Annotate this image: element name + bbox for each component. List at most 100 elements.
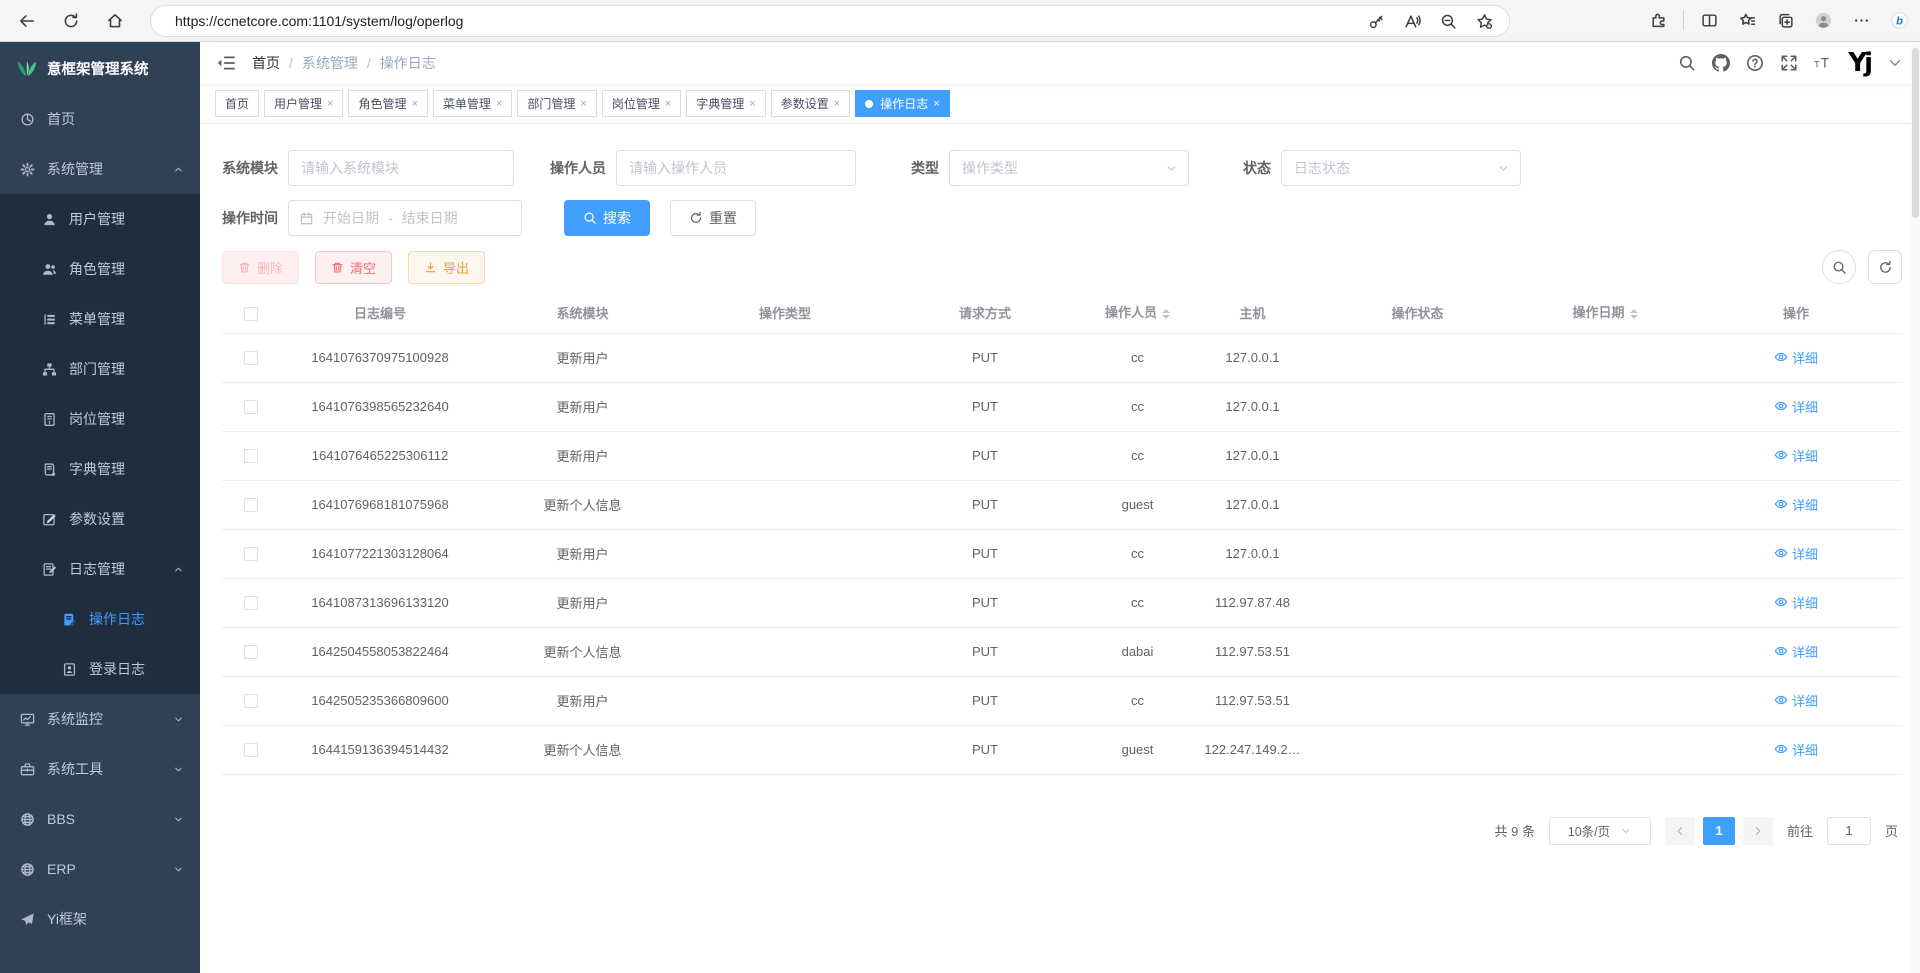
sidebar-item-bbs[interactable]: BBS (0, 794, 200, 844)
sidebar-item-yiframe[interactable]: Yi框架 (0, 894, 200, 944)
row-checkbox[interactable] (244, 694, 258, 708)
row-checkbox[interactable] (244, 351, 258, 365)
tab-close-icon[interactable]: × (665, 98, 671, 110)
tab-部门管理[interactable]: 部门管理× (517, 90, 596, 117)
detail-link[interactable]: 详细 (1774, 397, 1818, 416)
sidebar-item-home[interactable]: 首页 (0, 94, 200, 144)
address-bar[interactable]: https://ccnetcore.com:1101/system/log/op… (150, 5, 1510, 37)
home-icon[interactable] (98, 4, 132, 38)
help-icon[interactable] (1746, 54, 1764, 72)
tab-字典管理[interactable]: 字典管理× (686, 90, 765, 117)
read-aloud-icon[interactable] (1397, 6, 1427, 36)
select-all-checkbox[interactable] (244, 307, 258, 321)
split-screen-icon[interactable] (1694, 5, 1724, 35)
back-icon[interactable] (10, 4, 44, 38)
search-button[interactable]: 搜索 (564, 200, 650, 236)
zoom-out-icon[interactable] (1433, 6, 1463, 36)
row-checkbox[interactable] (244, 645, 258, 659)
date-range-picker[interactable]: 开始日期 - 结束日期 (288, 200, 522, 236)
sidebar-item-system[interactable]: 系统管理 (0, 144, 200, 194)
row-checkbox[interactable] (244, 743, 258, 757)
favorite-add-icon[interactable] (1469, 6, 1499, 36)
sidebar-item-dict[interactable]: 字典管理 (0, 444, 200, 494)
status-select[interactable]: 日志状态 (1281, 150, 1521, 186)
fullscreen-icon[interactable] (1780, 54, 1798, 72)
tab-首页[interactable]: 首页 (215, 90, 259, 117)
tab-岗位管理[interactable]: 岗位管理× (602, 90, 681, 117)
tab-操作日志[interactable]: 操作日志× (855, 90, 949, 117)
refresh-icon[interactable] (54, 4, 88, 38)
tab-close-icon[interactable]: × (749, 98, 755, 110)
detail-link[interactable]: 详细 (1774, 495, 1818, 514)
module-input[interactable] (288, 150, 514, 186)
sidebar-item-menu[interactable]: 菜单管理 (0, 294, 200, 344)
operator-input[interactable] (616, 150, 856, 186)
app-logo[interactable]: 意框架管理系统 (0, 42, 200, 94)
sidebar-item-operlog[interactable]: 操作日志 (0, 594, 200, 644)
page-number-button[interactable]: 1 (1703, 817, 1735, 845)
row-checkbox[interactable] (244, 596, 258, 610)
sidebar-item-user[interactable]: 用户管理 (0, 194, 200, 244)
sidebar-item-post[interactable]: 岗位管理 (0, 394, 200, 444)
extensions-icon[interactable] (1643, 5, 1673, 35)
sidebar-item-loginlog[interactable]: 登录日志 (0, 644, 200, 694)
sidebar-collapse-icon[interactable] (216, 53, 236, 73)
reset-button[interactable]: 重置 (670, 200, 756, 236)
favorites-icon[interactable] (1732, 5, 1762, 35)
export-button[interactable]: 导出 (408, 251, 485, 284)
github-icon[interactable] (1712, 54, 1730, 72)
sidebar-item-tools[interactable]: 系统工具 (0, 744, 200, 794)
detail-link[interactable]: 详细 (1774, 544, 1818, 563)
chevron-down-icon[interactable] (1886, 54, 1904, 72)
page-size-select[interactable]: 10条/页 (1549, 817, 1651, 845)
column-header-操作人员[interactable]: 操作人员 (1085, 293, 1190, 333)
column-header-操作日期[interactable]: 操作日期 (1520, 293, 1690, 333)
scrollbar-thumb[interactable] (1912, 48, 1919, 218)
breadcrumb-item[interactable]: 首页 (252, 53, 280, 73)
yi-logo[interactable]: Yj (1848, 50, 1870, 76)
sort-icon[interactable] (1630, 305, 1638, 323)
detail-link[interactable]: 详细 (1774, 740, 1818, 759)
prev-page-button[interactable] (1665, 817, 1695, 845)
more-icon[interactable] (1846, 5, 1876, 35)
detail-link[interactable]: 详细 (1774, 642, 1818, 661)
tab-close-icon[interactable]: × (327, 98, 333, 110)
detail-link[interactable]: 详细 (1774, 348, 1818, 367)
sidebar-item-erp[interactable]: ERP (0, 844, 200, 894)
detail-link[interactable]: 详细 (1774, 691, 1818, 710)
profile-avatar[interactable] (1808, 5, 1838, 35)
detail-link[interactable]: 详细 (1774, 593, 1818, 612)
tab-close-icon[interactable]: × (411, 98, 417, 110)
sidebar-item-role[interactable]: 角色管理 (0, 244, 200, 294)
next-page-button[interactable] (1743, 817, 1773, 845)
collections-icon[interactable] (1770, 5, 1800, 35)
row-checkbox[interactable] (244, 449, 258, 463)
tab-close-icon[interactable]: × (496, 98, 502, 110)
goto-page-input[interactable] (1827, 817, 1871, 845)
type-select[interactable]: 操作类型 (949, 150, 1189, 186)
row-checkbox[interactable] (244, 400, 258, 414)
url-text[interactable]: https://ccnetcore.com:1101/system/log/op… (175, 13, 463, 29)
clear-button[interactable]: 清空 (315, 251, 392, 284)
sidebar-item-dept[interactable]: 部门管理 (0, 344, 200, 394)
page-scrollbar[interactable] (1911, 42, 1920, 973)
tab-参数设置[interactable]: 参数设置× (771, 90, 850, 117)
search-icon[interactable] (1678, 54, 1696, 72)
tab-close-icon[interactable]: × (933, 98, 939, 110)
key-icon[interactable] (1361, 6, 1391, 36)
detail-link[interactable]: 详细 (1774, 446, 1818, 465)
sidebar-item-param[interactable]: 参数设置 (0, 494, 200, 544)
tab-角色管理[interactable]: 角色管理× (348, 90, 427, 117)
toggle-search-button[interactable] (1822, 250, 1856, 284)
refresh-table-button[interactable] (1868, 250, 1902, 284)
row-checkbox[interactable] (244, 498, 258, 512)
tab-close-icon[interactable]: × (580, 98, 586, 110)
delete-button[interactable]: 删除 (222, 251, 299, 284)
sort-icon[interactable] (1162, 305, 1170, 323)
sidebar-item-log[interactable]: 日志管理 (0, 544, 200, 594)
copilot-icon[interactable]: b (1884, 5, 1914, 35)
sidebar-item-monitor[interactable]: 系统监控 (0, 694, 200, 744)
tab-close-icon[interactable]: × (834, 98, 840, 110)
tab-菜单管理[interactable]: 菜单管理× (433, 90, 512, 117)
font-size-icon[interactable]: TT (1814, 54, 1832, 72)
